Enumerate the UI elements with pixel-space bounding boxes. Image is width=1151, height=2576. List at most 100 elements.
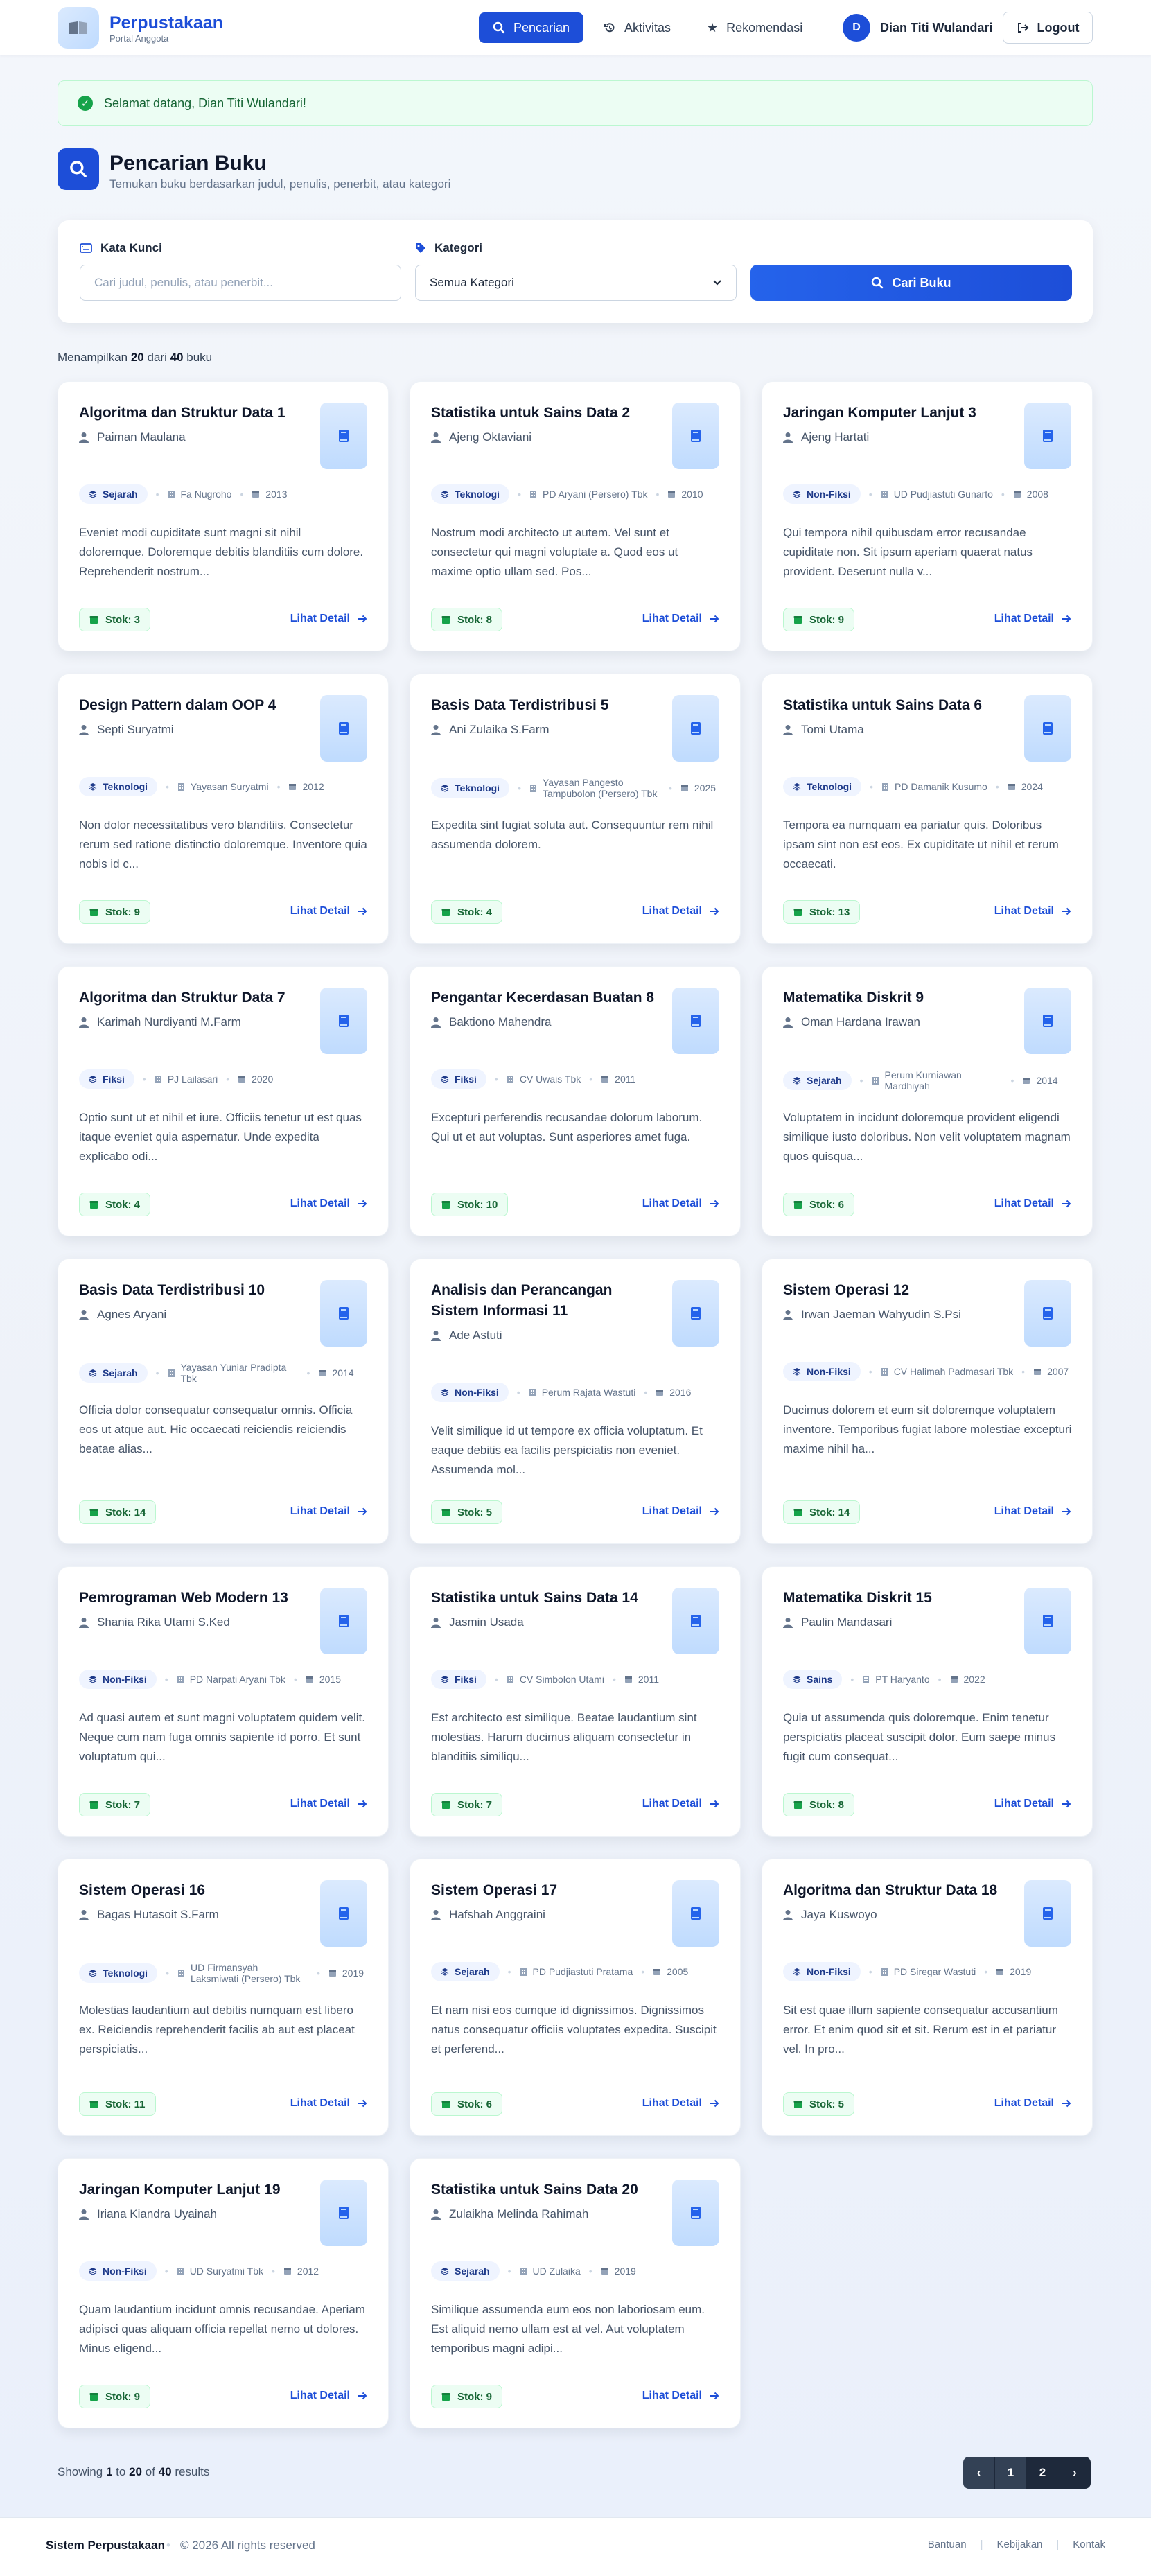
- book-author: Septi Suryatmi: [79, 723, 174, 737]
- book-author-name: Shania Rika Utami S.Ked: [97, 1615, 230, 1629]
- separator-dot: •: [272, 2266, 275, 2277]
- book-card[interactable]: Analisis dan Perancangan Sistem Informas…: [410, 1259, 741, 1544]
- book-title[interactable]: Jaringan Komputer Lanjut 3: [783, 403, 1012, 423]
- view-detail-link[interactable]: Lihat Detail: [642, 1505, 719, 1518]
- book-card[interactable]: Algoritma dan Struktur Data 1 Paiman Mau…: [58, 381, 389, 651]
- book-title[interactable]: Pemrograman Web Modern 13: [79, 1588, 308, 1609]
- prev-page-button[interactable]: ‹: [963, 2457, 995, 2489]
- footer: Sistem Perpustakaan • © 2026 All rights r…: [0, 2517, 1151, 2576]
- book-card[interactable]: Sistem Operasi 16 Bagas Hutasoit S.Farm …: [58, 1859, 389, 2136]
- book-card[interactable]: Algoritma dan Struktur Data 18 Jaya Kusw…: [762, 1859, 1093, 2136]
- book-title[interactable]: Statistika untuk Sains Data 20: [431, 2180, 660, 2200]
- book-title[interactable]: Algoritma dan Struktur Data 18: [783, 1880, 1012, 1901]
- nav-recommendation[interactable]: ★ Rekomendasi: [693, 12, 816, 43]
- book-title[interactable]: Statistika untuk Sains Data 2: [431, 403, 660, 423]
- book-card[interactable]: Statistika untuk Sains Data 20 Zulaikha …: [410, 2158, 741, 2428]
- category-badge: Sejarah: [431, 2261, 500, 2281]
- view-detail-link[interactable]: Lihat Detail: [290, 905, 367, 918]
- book-title[interactable]: Matematika Diskrit 9: [783, 988, 1012, 1008]
- view-detail-link[interactable]: Lihat Detail: [994, 905, 1071, 918]
- book-title[interactable]: Algoritma dan Struktur Data 7: [79, 988, 308, 1008]
- footer-link-policy[interactable]: Kebijakan: [997, 2539, 1043, 2550]
- user-menu[interactable]: D Dian Titi Wulandari: [843, 11, 992, 44]
- footer-link-help[interactable]: Bantuan: [928, 2539, 967, 2550]
- view-detail-link[interactable]: Lihat Detail: [290, 613, 367, 625]
- book-title[interactable]: Sistem Operasi 17: [431, 1880, 660, 1901]
- logout-button[interactable]: Logout: [1003, 12, 1093, 44]
- footer-copyright: • © 2026 All rights reserved: [166, 2539, 315, 2552]
- view-detail-link[interactable]: Lihat Detail: [290, 1505, 367, 1518]
- view-detail-link[interactable]: Lihat Detail: [290, 1198, 367, 1210]
- book-card[interactable]: Pengantar Kecerdasan Buatan 8 Baktiono M…: [410, 966, 741, 1236]
- view-detail-link[interactable]: Lihat Detail: [994, 1198, 1071, 1210]
- book-card[interactable]: Matematika Diskrit 15 Paulin Mandasari S…: [762, 1566, 1093, 1837]
- book-card[interactable]: Basis Data Terdistribusi 10 Agnes Aryani…: [58, 1259, 389, 1544]
- book-title[interactable]: Analisis dan Perancangan Sistem Informas…: [431, 1280, 660, 1322]
- book-title[interactable]: Statistika untuk Sains Data 6: [783, 695, 1012, 716]
- book-title[interactable]: Statistika untuk Sains Data 14: [431, 1588, 660, 1609]
- book-title[interactable]: Basis Data Terdistribusi 5: [431, 695, 660, 716]
- search-button[interactable]: Cari Buku: [750, 265, 1072, 301]
- book-card[interactable]: Jaringan Komputer Lanjut 19 Iriana Kiand…: [58, 2158, 389, 2428]
- publisher: Yayasan Pangesto Tampubolon (Persero) Tb…: [529, 777, 660, 799]
- book-card[interactable]: Design Pattern dalam OOP 4 Septi Suryatm…: [58, 674, 389, 944]
- footer-link-contact[interactable]: Kontak: [1073, 2539, 1105, 2550]
- book-card[interactable]: Pemrograman Web Modern 13 Shania Rika Ut…: [58, 1566, 389, 1837]
- view-detail-link[interactable]: Lihat Detail: [642, 613, 719, 625]
- book-title[interactable]: Sistem Operasi 12: [783, 1280, 1012, 1301]
- book-card[interactable]: Algoritma dan Struktur Data 7 Karimah Nu…: [58, 966, 389, 1236]
- category-select[interactable]: Semua Kategori: [415, 265, 737, 301]
- view-detail-link[interactable]: Lihat Detail: [994, 1798, 1071, 1810]
- alert-message: Selamat datang, Dian Titi Wulandari!: [104, 96, 306, 110]
- nav-activity-label: Aktivitas: [624, 20, 671, 35]
- view-detail-link[interactable]: Lihat Detail: [642, 2390, 719, 2402]
- brand-title[interactable]: Perpustakaan: [109, 13, 223, 33]
- book-card[interactable]: Jaringan Komputer Lanjut 3 Ajeng Hartati…: [762, 381, 1093, 651]
- publication-year: 2007: [1033, 1366, 1069, 1377]
- book-title[interactable]: Design Pattern dalam OOP 4: [79, 695, 308, 716]
- book-title[interactable]: Pengantar Kecerdasan Buatan 8: [431, 988, 660, 1008]
- book-title[interactable]: Algoritma dan Struktur Data 1: [79, 403, 308, 423]
- view-detail-link[interactable]: Lihat Detail: [642, 2097, 719, 2110]
- view-detail-link[interactable]: Lihat Detail: [642, 1798, 719, 1810]
- book-card[interactable]: Sistem Operasi 12 Irwan Jaeman Wahyudin …: [762, 1259, 1093, 1544]
- book-card[interactable]: Matematika Diskrit 9 Oman Hardana Irawan…: [762, 966, 1093, 1236]
- book-description: Nostrum modi architecto ut autem. Vel su…: [431, 526, 678, 578]
- book-title[interactable]: Jaringan Komputer Lanjut 19: [79, 2180, 308, 2200]
- view-detail-link[interactable]: Lihat Detail: [642, 1198, 719, 1210]
- book-title[interactable]: Matematika Diskrit 15: [783, 1588, 1012, 1609]
- publisher: PJ Lailasari: [155, 1074, 218, 1085]
- book-title[interactable]: Sistem Operasi 16: [79, 1880, 308, 1901]
- stock-badge: Stok: 4: [431, 900, 503, 924]
- view-detail-link[interactable]: Lihat Detail: [290, 2390, 367, 2402]
- view-detail-link[interactable]: Lihat Detail: [642, 905, 719, 918]
- book-card[interactable]: Statistika untuk Sains Data 14 Jasmin Us…: [410, 1566, 741, 1837]
- nav-search[interactable]: Pencarian: [479, 12, 584, 43]
- publication-year: 2014: [1022, 1075, 1058, 1086]
- separator-dot: •: [1021, 1366, 1026, 1377]
- stock-badge: Stok: 8: [431, 608, 503, 631]
- view-detail-link[interactable]: Lihat Detail: [290, 2097, 367, 2110]
- view-detail-link[interactable]: Lihat Detail: [994, 613, 1071, 625]
- next-page-button[interactable]: ›: [1059, 2457, 1091, 2489]
- stock-badge: Stok: 9: [79, 900, 151, 924]
- book-card[interactable]: Statistika untuk Sains Data 6 Tomi Utama…: [762, 674, 1093, 944]
- publication-year: 2016: [656, 1387, 691, 1398]
- keyword-input[interactable]: Cari judul, penulis, atau penerbit...: [80, 265, 401, 301]
- view-detail-link[interactable]: Lihat Detail: [994, 1505, 1071, 1518]
- page-2-button[interactable]: 2: [1027, 2457, 1059, 2489]
- book-card[interactable]: Sistem Operasi 17 Hafshah Anggraini Seja…: [410, 1859, 741, 2136]
- category-badge: Sejarah: [783, 1071, 852, 1090]
- stock-count: Stok: 3: [105, 613, 141, 626]
- library-logo-icon[interactable]: [58, 7, 99, 49]
- book-card[interactable]: Basis Data Terdistribusi 5 Ani Zulaika S…: [410, 674, 741, 944]
- layers-icon: [89, 1369, 97, 1377]
- view-detail-link[interactable]: Lihat Detail: [994, 2097, 1071, 2110]
- page-1-button[interactable]: 1: [995, 2457, 1027, 2489]
- view-detail-link[interactable]: Lihat Detail: [290, 1798, 367, 1810]
- layers-icon: [441, 1968, 449, 1976]
- book-cover-icon: [320, 1880, 367, 1947]
- nav-activity[interactable]: Aktivitas: [590, 12, 685, 43]
- book-card[interactable]: Statistika untuk Sains Data 2 Ajeng Okta…: [410, 381, 741, 651]
- book-title[interactable]: Basis Data Terdistribusi 10: [79, 1280, 308, 1301]
